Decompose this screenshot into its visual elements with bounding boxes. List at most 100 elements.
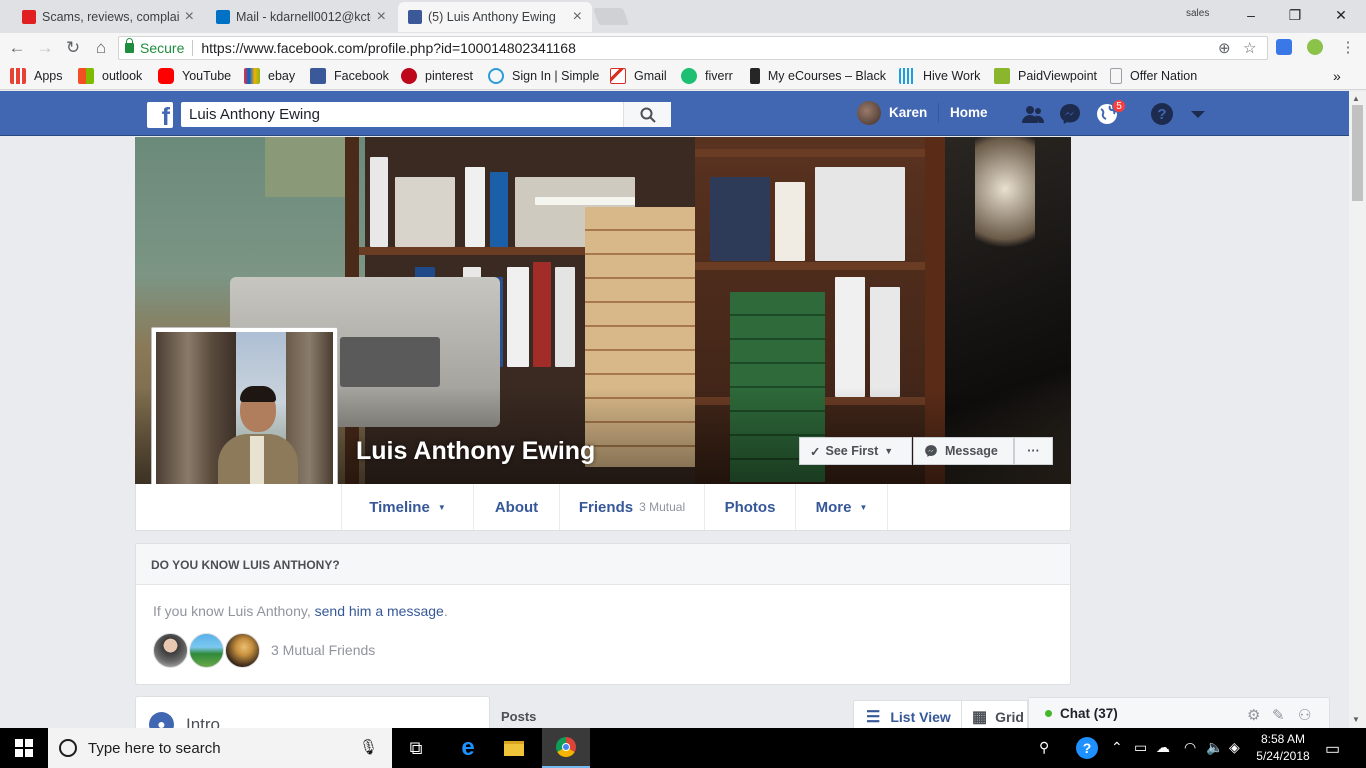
bookmark-ecourses[interactable]: My eCourses – Black — [750, 68, 886, 84]
start-button[interactable] — [0, 728, 48, 768]
close-icon[interactable]: × — [573, 8, 582, 26]
dropbox-icon[interactable]: ◈ — [1229, 739, 1240, 756]
tab-about[interactable]: About — [474, 484, 560, 530]
facebook-search-input[interactable]: Luis Anthony Ewing — [181, 102, 671, 127]
people-icon[interactable]: ⚲ — [1039, 739, 1049, 756]
close-window-icon[interactable]: ✕ — [1329, 4, 1353, 26]
bookmark-hive-work[interactable]: Hive Work — [899, 68, 980, 84]
page-icon — [1110, 68, 1122, 84]
bookmark-fiverr[interactable]: fiverr — [681, 68, 733, 84]
friend-requests-icon[interactable] — [1021, 102, 1045, 126]
mutual-friend-avatar[interactable] — [153, 633, 188, 668]
edge-icon[interactable]: e — [444, 728, 492, 768]
mutual-friends-link[interactable]: 3 Mutual Friends — [271, 642, 375, 658]
page-scrollbar[interactable]: ▲ ▼ — [1349, 91, 1366, 728]
bookmark-outlook[interactable]: outlook — [78, 68, 142, 84]
task-view-icon[interactable]: ⧉ — [392, 728, 440, 768]
search-button[interactable] — [623, 102, 671, 127]
extension-icon[interactable] — [1276, 39, 1292, 55]
taskbar-clock[interactable]: 8:58 AM 5/24/2018 — [1246, 731, 1320, 765]
scroll-up-icon[interactable]: ▲ — [1352, 94, 1360, 103]
microphone-icon[interactable]: 🎙 — [359, 738, 378, 756]
browser-tab-mail[interactable]: Mail - kdarnell0012@kctc × — [206, 2, 396, 32]
avatar[interactable] — [857, 101, 881, 125]
minimize-icon[interactable]: – — [1239, 4, 1263, 26]
home-link[interactable]: Home — [950, 105, 988, 120]
profile-user-label[interactable]: sales — [1186, 8, 1209, 19]
help-tray-icon[interactable]: ? — [1076, 737, 1098, 759]
more-options-button[interactable]: ··· — [1014, 437, 1053, 465]
tab-timeline[interactable]: Timeline ▼ — [341, 484, 474, 530]
gear-icon[interactable]: ⚙ — [1247, 706, 1260, 724]
zoom-icon[interactable]: ⊕ — [1218, 39, 1231, 57]
close-icon[interactable]: × — [185, 8, 194, 26]
bookmark-youtube[interactable]: YouTube — [158, 68, 231, 84]
show-hidden-icons-icon[interactable]: ⌃ — [1111, 739, 1123, 756]
messenger-icon[interactable] — [1058, 102, 1082, 126]
new-tab-button[interactable] — [592, 8, 630, 25]
compose-icon[interactable]: ✎ — [1272, 706, 1285, 724]
bookmark-label: My eCourses – Black — [767, 69, 886, 83]
bookmark-ebay[interactable]: ebay — [244, 68, 295, 84]
create-group-icon[interactable]: ⚇ — [1298, 706, 1311, 724]
restore-icon[interactable]: ❐ — [1283, 4, 1307, 26]
send-message-link[interactable]: send him a message — [315, 603, 444, 619]
bookmark-apps[interactable]: Apps — [10, 68, 63, 84]
browser-tab-scams[interactable]: Scams, reviews, complain × — [12, 2, 204, 32]
url-text[interactable]: https://www.facebook.com/profile.php?id=… — [201, 40, 576, 56]
forward-arrow-icon[interactable]: → — [34, 37, 56, 59]
onedrive-icon[interactable]: ☁ — [1156, 739, 1170, 756]
back-arrow-icon[interactable]: ← — [6, 37, 28, 59]
file-explorer-icon[interactable] — [490, 728, 538, 768]
more-bookmarks-icon[interactable]: » — [1333, 68, 1341, 84]
see-first-button[interactable]: ✓ See First ▼ — [799, 437, 912, 465]
message-button[interactable]: Message — [913, 437, 1014, 465]
clock-time: 8:58 AM — [1260, 732, 1306, 746]
facebook-logo-icon[interactable]: f — [147, 102, 173, 128]
mutual-count: 3 Mutual — [639, 500, 686, 514]
bookmark-gmail[interactable]: Gmail — [610, 68, 667, 84]
menu-kebab-icon[interactable]: ⋮ — [1337, 37, 1359, 59]
list-view-button[interactable]: ☰ List View — [866, 707, 951, 727]
cover-book — [490, 172, 508, 247]
bookmark-simple[interactable]: Sign In | Simple — [488, 68, 599, 84]
help-icon[interactable]: ? — [1150, 102, 1174, 126]
tab-more[interactable]: More ▼ — [796, 484, 888, 530]
extension-icon[interactable] — [1307, 39, 1323, 55]
bookmark-facebook[interactable]: Facebook — [310, 68, 389, 84]
volume-icon[interactable]: 🔈 — [1206, 739, 1223, 756]
tab-label: Friends — [578, 498, 634, 516]
wifi-icon[interactable]: ◠ — [1184, 739, 1196, 756]
chat-sidebar-bar[interactable]: Chat (37) ⚙ ✎ ⚇ — [1028, 697, 1330, 728]
close-icon[interactable]: × — [377, 8, 386, 26]
address-bar[interactable]: Secure https://www.facebook.com/profile.… — [118, 36, 1268, 60]
mutual-friend-avatar[interactable] — [189, 633, 224, 668]
grid-view-button[interactable]: ▦ Grid — [972, 707, 1024, 727]
action-center-icon[interactable]: ▭ — [1325, 739, 1340, 759]
profile-link[interactable]: Karen — [889, 105, 927, 120]
cover-binder — [555, 267, 575, 367]
scrollbar-thumb[interactable] — [1352, 105, 1363, 201]
reload-icon[interactable]: ↻ — [62, 37, 84, 59]
bookmark-pinterest[interactable]: pinterest — [401, 68, 473, 84]
secure-label: Secure — [140, 40, 185, 56]
account-menu-chevron-down-icon[interactable] — [1186, 102, 1210, 126]
taskbar-search-input[interactable]: Type here to search 🎙 — [48, 728, 392, 768]
bookmark-label: pinterest — [425, 69, 473, 83]
bookmark-offer-nation[interactable]: Offer Nation — [1110, 68, 1197, 84]
tab-friends[interactable]: Friends 3 Mutual — [560, 484, 705, 530]
mutual-friend-avatar[interactable] — [225, 633, 260, 668]
chrome-icon[interactable] — [542, 728, 590, 768]
cover-binder — [815, 167, 905, 261]
battery-icon[interactable]: ▭ — [1134, 739, 1147, 756]
fiverr-icon — [681, 68, 697, 84]
bookmark-star-icon[interactable]: ☆ — [1243, 39, 1256, 57]
paidviewpoint-icon — [994, 68, 1010, 84]
profile-name[interactable]: Luis Anthony Ewing — [356, 437, 595, 466]
home-icon[interactable]: ⌂ — [90, 37, 112, 59]
scroll-down-icon[interactable]: ▼ — [1352, 715, 1360, 724]
tab-photos[interactable]: Photos — [705, 484, 796, 530]
bookmark-label: ebay — [268, 69, 296, 83]
bookmark-paidviewpoint[interactable]: PaidViewpoint — [994, 68, 1097, 84]
browser-tab-facebook[interactable]: (5) Luis Anthony Ewing × — [398, 2, 592, 32]
